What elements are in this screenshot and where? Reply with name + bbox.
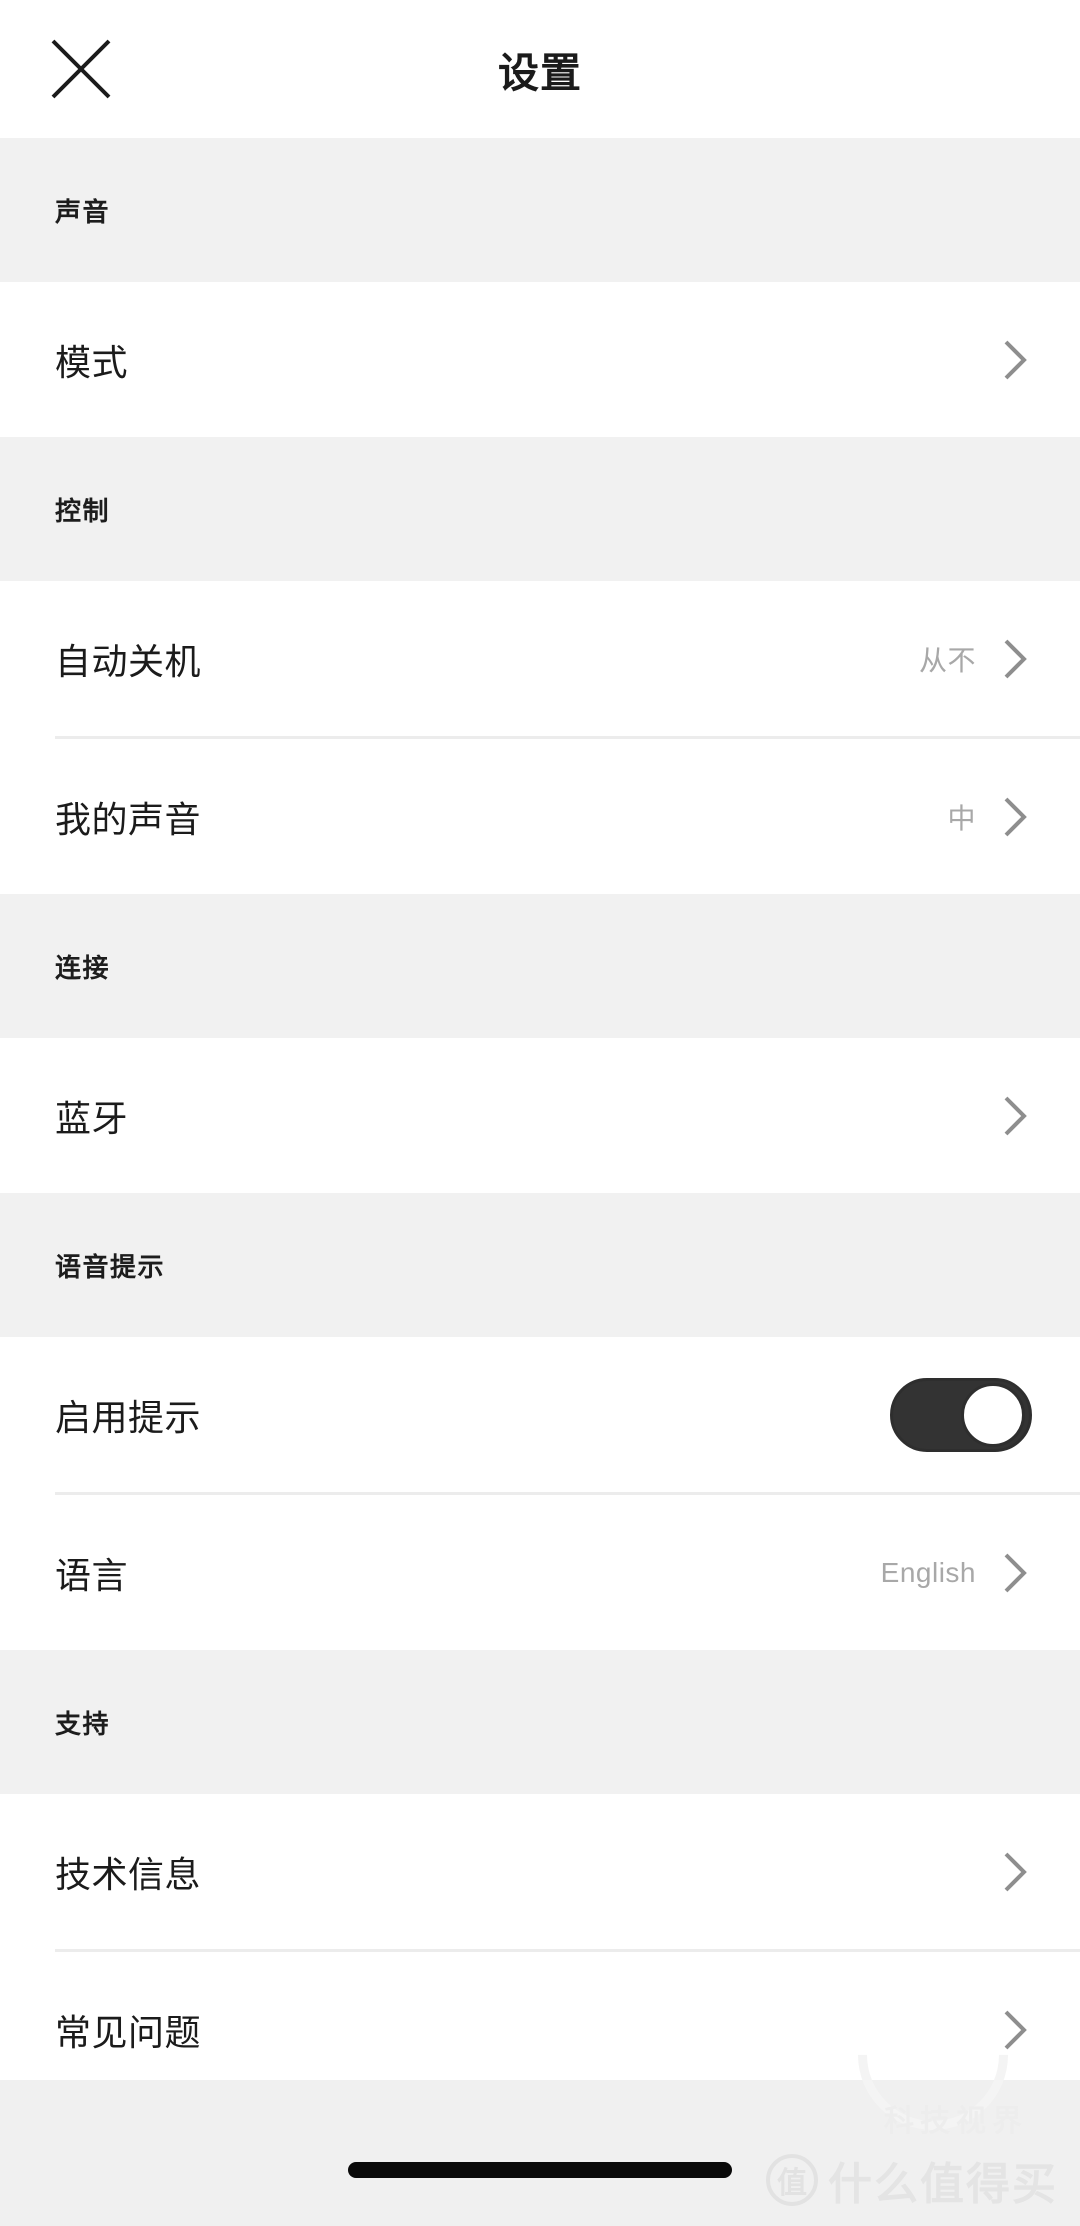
row-label: 我的声音 (55, 798, 202, 840)
row-value: 从不 (918, 644, 976, 676)
row-label: 启用提示 (55, 1396, 202, 1438)
watermark-text: 什么值得买 (828, 2160, 1058, 2209)
home-indicator[interactable] (348, 2162, 732, 2178)
toggle-knob (961, 1382, 1025, 1447)
section-title: 支持 (55, 1708, 111, 1739)
section-header-connection: 连接 (0, 894, 1080, 1038)
section-rows-voice-prompts: 启用提示 语言 English (0, 1337, 1080, 1650)
row-label: 自动关机 (55, 640, 202, 682)
section-rows-control: 自动关机 从不 我的声音 中 (0, 581, 1080, 894)
section-header-control: 控制 (0, 437, 1080, 581)
chevron-right-icon (998, 2007, 1032, 2053)
section-rows-connection: 蓝牙 (0, 1038, 1080, 1193)
page-title: 设置 (498, 50, 582, 96)
row-label: 常见问题 (55, 2011, 202, 2053)
settings-row-auto-power-off[interactable]: 自动关机 从不 (0, 581, 1080, 736)
section-title: 控制 (55, 495, 111, 526)
chevron-right-icon (998, 1093, 1032, 1139)
watermark-ghost-text: 科技视界 (884, 2105, 1028, 2138)
section-title: 语音提示 (55, 1251, 166, 1282)
section-rows-sound: 模式 (0, 282, 1080, 437)
row-label: 模式 (55, 341, 129, 383)
section-header-support: 支持 (0, 1650, 1080, 1794)
settings-row-enable-prompts[interactable]: 启用提示 (0, 1337, 1080, 1492)
chevron-right-icon (998, 337, 1032, 383)
enable-prompts-toggle[interactable] (890, 1377, 1032, 1452)
section-rows-support: 技术信息 常见问题 (0, 1794, 1080, 2107)
watermark: 值 什么值得买 (766, 2148, 1058, 2212)
settings-row-bluetooth[interactable]: 蓝牙 (0, 1038, 1080, 1193)
row-value: English (880, 1556, 976, 1588)
section-header-voice-prompts: 语音提示 (0, 1193, 1080, 1337)
chevron-right-icon (998, 1550, 1032, 1596)
row-label: 蓝牙 (55, 1097, 129, 1139)
section-title: 声音 (55, 196, 111, 227)
watermark-badge: 值 (766, 2154, 818, 2206)
settings-row-language[interactable]: 语言 English (0, 1495, 1080, 1650)
section-header-sound: 声音 (0, 138, 1080, 282)
system-bottom-bar: 科技视界 值 什么值得买 (0, 1948, 1080, 2226)
chevron-right-icon (998, 794, 1032, 840)
app-header: 设置 (0, 0, 1080, 138)
row-value: 中 (947, 802, 976, 834)
close-icon[interactable] (40, 28, 122, 110)
row-label: 语言 (55, 1554, 129, 1596)
settings-row-my-sound[interactable]: 我的声音 中 (0, 739, 1080, 894)
chevron-right-icon (998, 636, 1032, 682)
settings-row-mode[interactable]: 模式 (0, 282, 1080, 437)
section-title: 连接 (55, 952, 111, 983)
settings-screen: 设置 声音 模式 控制 自动关机 从不 我的声音 中 连接 蓝牙 语音提示 启用… (0, 0, 1080, 2226)
row-label: 技术信息 (55, 1853, 202, 1895)
chevron-right-icon (998, 1849, 1032, 1895)
settings-row-technical-info[interactable]: 技术信息 (0, 1794, 1080, 1949)
